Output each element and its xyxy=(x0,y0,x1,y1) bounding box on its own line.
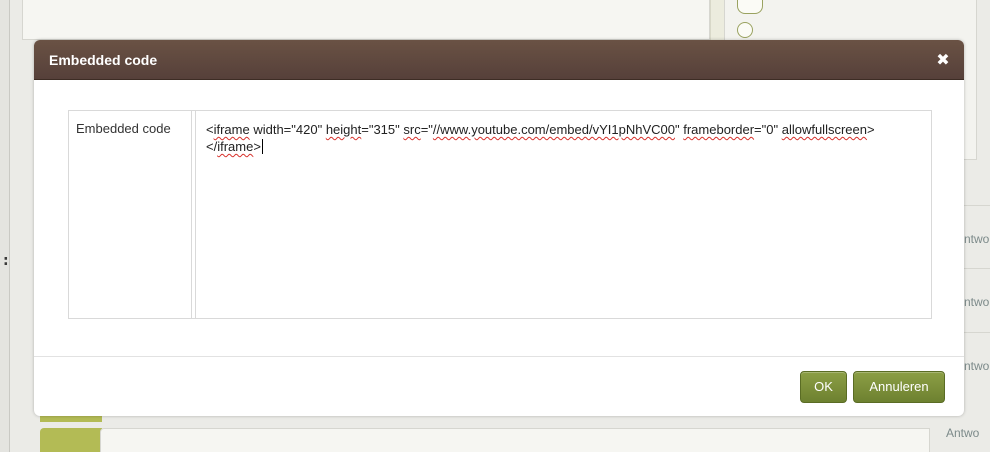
background-green-tab xyxy=(40,428,102,452)
background-colon: : xyxy=(3,253,9,269)
embedded-code-label: Embedded code xyxy=(69,111,192,318)
dialog-title: Embedded code xyxy=(49,51,158,68)
embedded-code-row: Embedded code <iframe width="420" height… xyxy=(68,110,932,319)
embedded-code-textarea[interactable]: <iframe width="420" height="315" src="//… xyxy=(196,111,931,318)
close-icon[interactable]: ✖ xyxy=(936,50,950,69)
cancel-button[interactable]: Annuleren xyxy=(853,370,945,403)
background-circle-icon xyxy=(737,22,753,38)
background-toggle xyxy=(737,0,763,14)
background-main-panel xyxy=(22,0,710,40)
text-caret xyxy=(261,139,263,154)
dialog-body: Embedded code <iframe width="420" height… xyxy=(34,80,964,356)
dialog-header: Embedded code ✖ xyxy=(34,40,964,80)
background-bottom-panel xyxy=(100,428,930,452)
left-rule xyxy=(0,0,10,452)
answer-label: Antwo xyxy=(946,426,980,440)
embedded-code-dialog: Embedded code ✖ Embedded code <iframe wi… xyxy=(34,40,964,416)
dialog-footer: OK Annuleren xyxy=(34,357,964,416)
ok-button[interactable]: OK xyxy=(800,370,847,403)
